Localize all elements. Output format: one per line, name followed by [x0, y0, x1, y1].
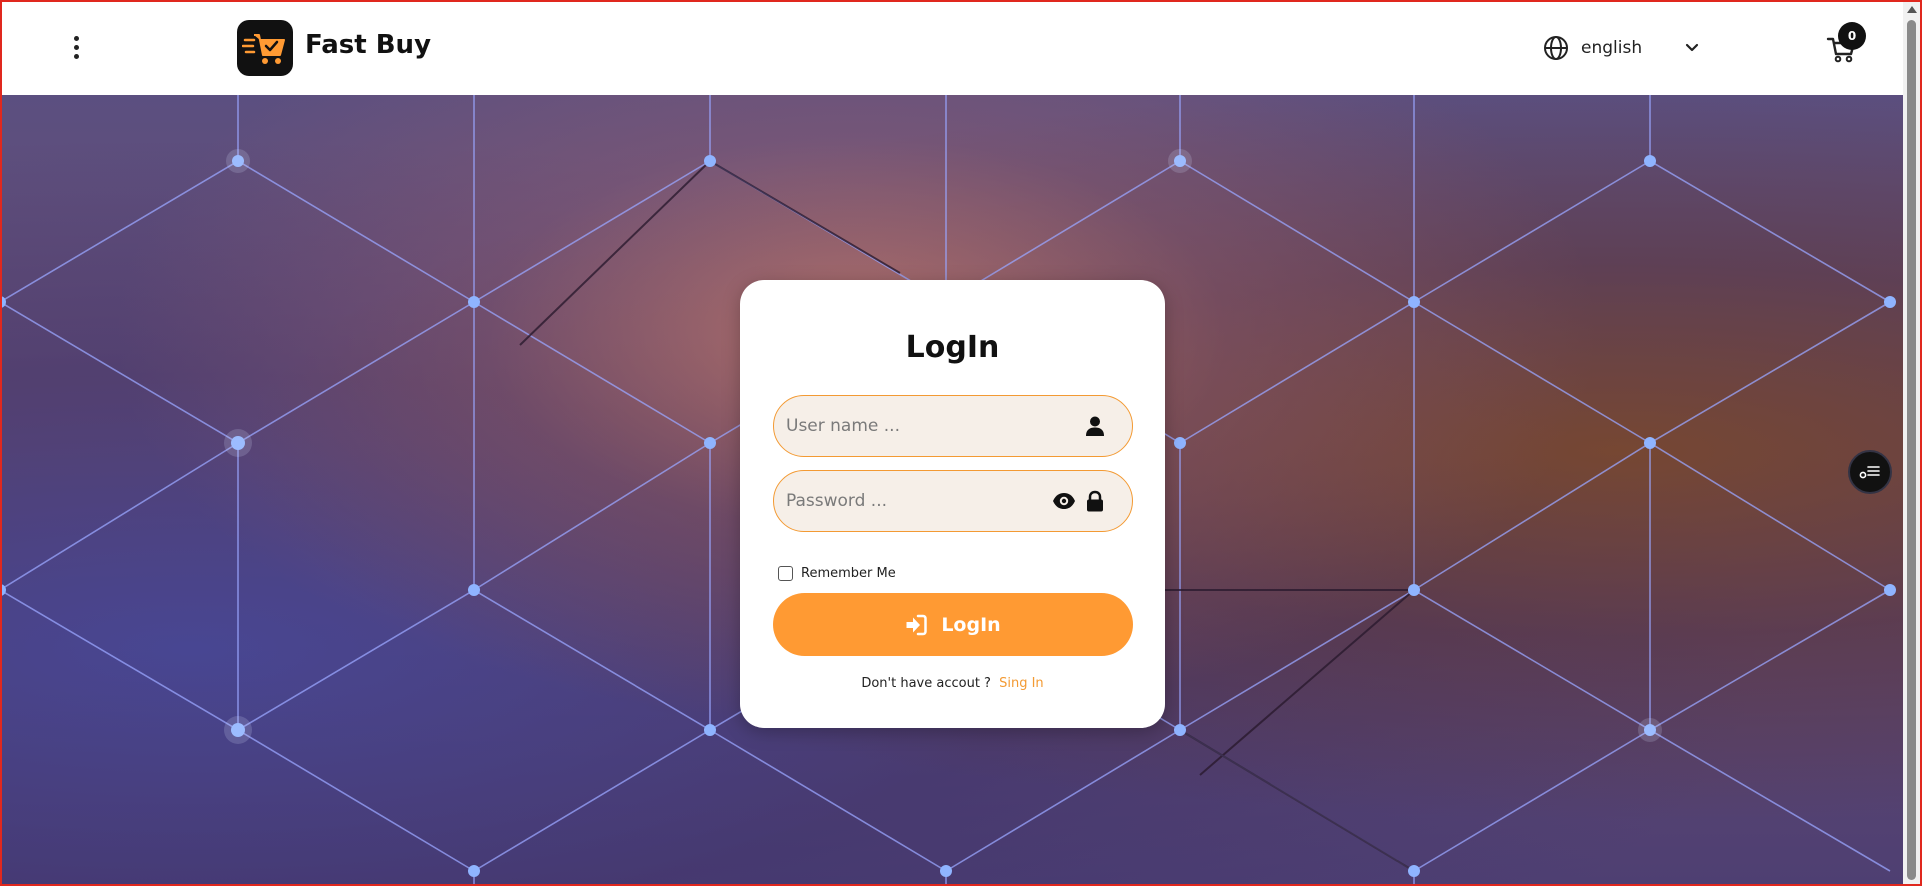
site-header: Fast Buy english 0 [0, 0, 1903, 95]
username-field[interactable] [773, 395, 1133, 457]
scrollbar-thumb[interactable] [1907, 20, 1916, 880]
signup-link[interactable]: Sing In [999, 676, 1044, 691]
remember-me[interactable]: Remember Me [778, 566, 896, 581]
remember-checkbox[interactable] [778, 566, 793, 581]
chevron-down-icon[interactable] [1684, 40, 1700, 56]
remember-label: Remember Me [801, 566, 896, 581]
eye-icon[interactable] [1052, 490, 1076, 512]
globe-icon [1544, 36, 1568, 60]
brand-name[interactable]: Fast Buy [305, 30, 431, 60]
username-input[interactable] [774, 396, 1132, 456]
password-input[interactable] [774, 471, 1132, 531]
password-field[interactable] [773, 470, 1133, 532]
vertical-scrollbar[interactable] [1903, 0, 1920, 886]
login-title: LogIn [905, 330, 1000, 365]
lock-icon [1087, 490, 1103, 512]
user-icon [1086, 416, 1104, 436]
signup-prompt: Don't have accout ? Sing In [740, 676, 1165, 691]
settings-list-icon[interactable] [1848, 450, 1892, 494]
cart-count-badge: 0 [1838, 22, 1866, 50]
language-selector[interactable]: english [1543, 33, 1703, 63]
cart-logo-icon[interactable] [237, 20, 293, 76]
kebab-menu-icon[interactable] [66, 32, 86, 62]
language-label: english [1581, 38, 1643, 58]
scroll-up-arrow-icon[interactable] [1907, 6, 1917, 13]
sign-in-icon [906, 614, 928, 635]
login-card: LogIn Remember Me LogIn Don't have acc [740, 280, 1165, 728]
signup-text: Don't have accout ? [861, 676, 991, 691]
login-button-label: LogIn [941, 613, 1001, 636]
login-button[interactable]: LogIn [773, 593, 1133, 656]
